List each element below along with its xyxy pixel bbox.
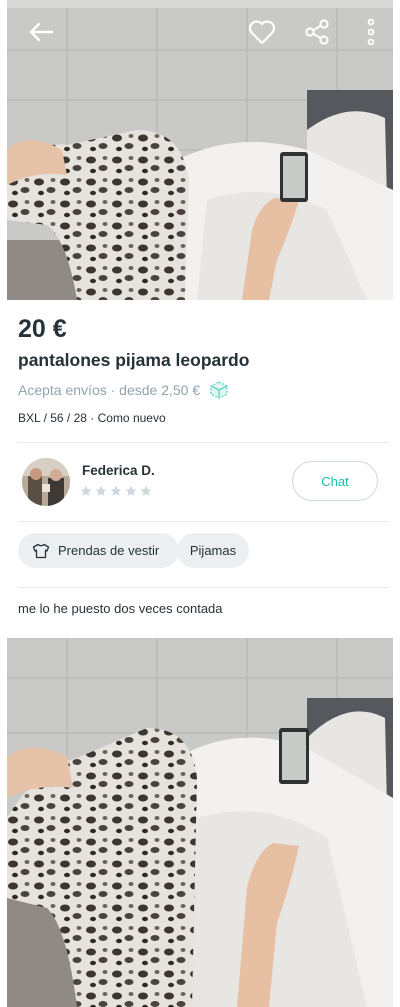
- star-icon: [125, 485, 137, 496]
- heart-icon: [248, 20, 276, 45]
- star-icon: [110, 485, 122, 496]
- shipping-info: Acepta envíos · desde 2,50 €: [18, 380, 230, 400]
- star-icon: [80, 485, 92, 496]
- seller-avatar[interactable]: [22, 458, 70, 506]
- star-icon: [140, 485, 152, 496]
- back-arrow-icon: [29, 22, 54, 42]
- category-chip-pajamas[interactable]: Pijamas: [177, 533, 249, 568]
- photo-scene: [7, 638, 393, 1007]
- divider: [18, 521, 389, 522]
- avatar-image: [22, 458, 70, 506]
- star-icon: [95, 485, 107, 496]
- listing-details: BXL / 56 / 28 · Como nuevo: [18, 411, 166, 425]
- chip-label: Pijamas: [189, 543, 237, 558]
- package-icon: [210, 381, 228, 399]
- share-button[interactable]: [297, 12, 337, 52]
- divider: [18, 442, 389, 443]
- divider: [18, 587, 389, 588]
- shipping-text: Acepta envíos · desde 2,50 €: [18, 382, 201, 398]
- shirt-icon: [32, 543, 50, 558]
- listing-photo-main[interactable]: [7, 0, 393, 300]
- listing-title: pantalones pijama leopardo: [18, 350, 250, 370]
- category-chip-clothing[interactable]: Prendas de vestir: [18, 533, 179, 568]
- listing-price: 20 €: [18, 315, 67, 343]
- share-icon: [305, 19, 329, 45]
- favorite-button[interactable]: [242, 12, 282, 52]
- more-options-button[interactable]: [351, 12, 391, 52]
- chip-label: Prendas de vestir: [58, 543, 160, 558]
- listing-photo-secondary[interactable]: [7, 638, 393, 1007]
- listing-description: me lo he puesto dos veces contada: [18, 601, 223, 616]
- back-button[interactable]: [21, 12, 61, 52]
- more-vertical-icon: [367, 18, 375, 46]
- chat-button[interactable]: Chat: [292, 461, 378, 501]
- seller-rating: [80, 485, 152, 497]
- seller-name[interactable]: Federica D.: [82, 463, 155, 478]
